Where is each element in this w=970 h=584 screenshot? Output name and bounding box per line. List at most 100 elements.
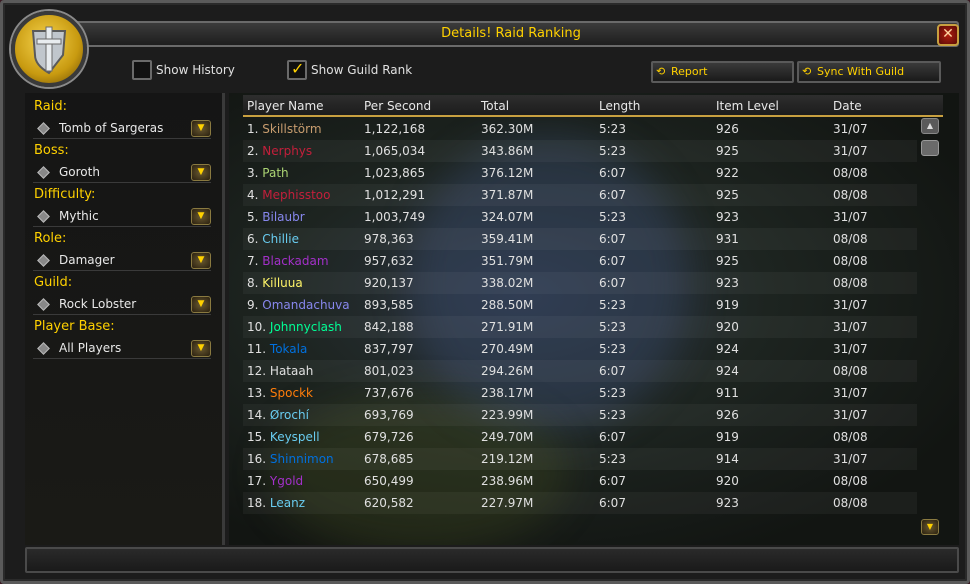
show-guild-rank-checkbox[interactable]: ✓ [287,59,307,80]
item-level-cell: 924 [716,364,739,378]
length-cell: 5:23 [599,452,626,466]
player-cell: 5. Bilaubr [247,210,305,224]
diamond-bullet-icon [37,298,50,311]
total-cell: 324.07M [481,210,534,224]
per-second-cell: 693,769 [364,408,414,422]
player-cell: 10. Johnnyclash [247,320,342,334]
total-cell: 338.02M [481,276,534,290]
table-row[interactable]: 5. Bilaubr 1,003,749 324.07M 5:23 923 31/07 [243,206,917,228]
table-row[interactable]: 12. Hataah 801,023 294.26M 6:07 924 08/08 [243,360,917,382]
table-row[interactable]: 8. Killuua 920,137 338.02M 6:07 923 08/08 [243,272,917,294]
item-level-cell: 931 [716,232,739,246]
date-cell: 08/08 [833,496,868,510]
table-row[interactable]: 15. Keyspell 679,726 249.70M 6:07 919 08/08 [243,426,917,448]
show-history-checkbox[interactable] [132,60,152,80]
length-cell: 6:07 [599,276,626,290]
dropdown-arrow-icon[interactable]: ▼ [191,252,211,269]
header-length[interactable]: Length [599,99,640,113]
table-row[interactable]: 2. Nerphys 1,065,034 343.86M 5:23 925 31/07 [243,140,917,162]
filter-label: Boss: [34,143,69,158]
scroll-down-icon[interactable]: ▼ [921,519,939,535]
table-row[interactable]: 7. Blackadam 957,632 351.79M 6:07 925 08/08 [243,250,917,272]
header-total[interactable]: Total [481,99,509,113]
filter-label: Difficulty: [34,187,96,202]
filter-dropdown[interactable]: Rock Lobster ▼ [33,295,211,315]
window-title: Details! Raid Ranking [441,26,581,41]
date-cell: 08/08 [833,166,868,180]
show-history-label: Show History [156,63,235,77]
date-cell: 08/08 [833,232,868,246]
table-row[interactable]: 1. Skillstörm 1,122,168 362.30M 5:23 926 31/0… [243,118,917,140]
player-cell: 16. Shinnimon [247,452,334,466]
item-level-cell: 922 [716,166,739,180]
report-icon: ⟲ [656,65,666,78]
player-name: Hataah [269,364,314,378]
dropdown-arrow-icon[interactable]: ▼ [191,296,211,313]
length-cell: 6:07 [599,166,626,180]
ranking-table: Player Name Per Second Total Length Item… [229,93,959,545]
rank-number: 9. [247,298,259,312]
table-row[interactable]: 13. Spockk 737,676 238.17M 5:23 911 31/07 [243,382,917,404]
per-second-cell: 1,065,034 [364,144,426,158]
scrollbar-thumb[interactable] [921,140,939,156]
player-cell: 7. Blackadam [247,254,329,268]
rank-number: 10. [247,320,267,334]
per-second-cell: 650,499 [364,474,414,488]
length-cell: 5:23 [599,210,626,224]
table-row[interactable]: 17. Ygold 650,499 238.96M 6:07 920 08/08 [243,470,917,492]
filter-dropdown[interactable]: Mythic ▼ [33,207,211,227]
table-row[interactable]: 10. Johnnyclash 842,188 271.91M 5:23 920 31/0… [243,316,917,338]
per-second-cell: 837,797 [364,342,414,356]
filter-value: Rock Lobster [59,297,137,311]
table-row[interactable]: 18. Leanz 620,582 227.97M 6:07 923 08/08 [243,492,917,514]
length-cell: 6:07 [599,364,626,378]
rank-number: 12. [247,364,267,378]
filter-dropdown[interactable]: Damager ▼ [33,251,211,271]
filter-dropdown[interactable]: Goroth ▼ [33,163,211,183]
dropdown-arrow-icon[interactable]: ▼ [191,120,211,137]
date-cell: 31/07 [833,386,868,400]
report-button[interactable]: ⟲ Report [651,61,794,83]
filter-value: Mythic [59,209,99,223]
checkmark-icon: ✓ [291,59,305,78]
item-level-cell: 925 [716,188,739,202]
filter-dropdown[interactable]: Tomb of Sargeras ▼ [33,119,211,139]
per-second-cell: 978,363 [364,232,414,246]
total-cell: 223.99M [481,408,534,422]
date-cell: 31/07 [833,320,868,334]
dropdown-arrow-icon[interactable]: ▼ [191,208,211,225]
player-name: Bilaubr [262,210,305,224]
table-row[interactable]: 3. Path 1,023,865 376.12M 6:07 922 08/08 [243,162,917,184]
per-second-cell: 737,676 [364,386,414,400]
table-row[interactable]: 4. Mephisstoo 1,012,291 371.87M 6:07 925 08/0… [243,184,917,206]
header-date[interactable]: Date [833,99,862,113]
table-body: 1. Skillstörm 1,122,168 362.30M 5:23 926 31/0… [243,118,917,514]
sync-with-guild-button[interactable]: ⟲ Sync With Guild [797,61,941,83]
scroll-up-icon[interactable]: ▲ [921,118,939,134]
rank-number: 13. [247,386,267,400]
header-player-name[interactable]: Player Name [247,99,324,113]
diamond-bullet-icon [37,122,50,135]
header-item-level[interactable]: Item Level [716,99,779,113]
title-bar[interactable]: Details! Raid Ranking [63,21,959,47]
player-cell: 18. Leanz [247,496,305,510]
length-cell: 5:23 [599,320,626,334]
rank-number: 6. [247,232,259,246]
close-button[interactable]: ✕ [937,24,959,46]
table-row[interactable]: 11. Tokala 837,797 270.49M 5:23 924 31/07 [243,338,917,360]
player-name: Keyspell [269,430,320,444]
dropdown-arrow-icon[interactable]: ▼ [191,340,211,357]
table-row[interactable]: 14. Ørochí 693,769 223.99M 5:23 926 31/07 [243,404,917,426]
status-bar [25,547,959,573]
table-row[interactable]: 16. Shinnimon 678,685 219.12M 5:23 914 31/07 [243,448,917,470]
per-second-cell: 920,137 [364,276,414,290]
table-row[interactable]: 6. Chillie 978,363 359.41M 6:07 931 08/08 [243,228,917,250]
length-cell: 6:07 [599,496,626,510]
header-per-second[interactable]: Per Second [364,99,431,113]
filter-dropdown[interactable]: All Players ▼ [33,339,211,359]
date-cell: 31/07 [833,122,868,136]
player-name: Blackadam [262,254,329,268]
toolbar: Show History ✓ Show Guild Rank ⟲ Report … [87,51,957,91]
table-row[interactable]: 9. Omandachuva 893,585 288.50M 5:23 919 31/07 [243,294,917,316]
dropdown-arrow-icon[interactable]: ▼ [191,164,211,181]
